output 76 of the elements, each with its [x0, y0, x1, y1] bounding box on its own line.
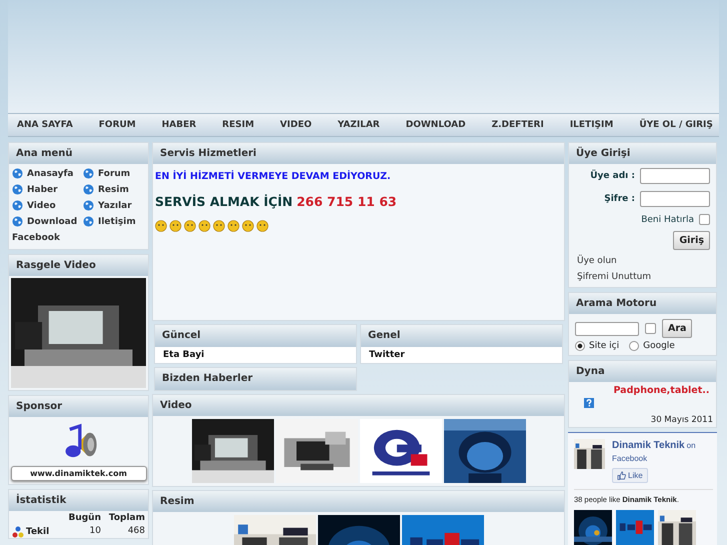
slogan-text: EN İYİ HİZMETİ VERMEYE DEVAM EDİYORUZ.: [155, 171, 392, 182]
menu-link[interactable]: Facebook: [9, 227, 148, 249]
globe-icon: [12, 184, 23, 195]
text-link[interactable]: Üye olun: [577, 256, 710, 266]
globe-icon: [83, 216, 94, 227]
panel-title: Dyna: [569, 361, 716, 382]
news-link[interactable]: Twitter: [361, 347, 562, 363]
field-label: Şifre :: [604, 194, 635, 204]
service-text: SERVİS ALMAK İÇİN: [155, 194, 293, 209]
users-icon: [12, 526, 24, 538]
sponsor-banner[interactable]: www.dinamiktek.com: [10, 466, 146, 481]
panel-title: Güncel: [155, 325, 356, 347]
nav-link[interactable]: ILETIŞIM: [570, 120, 614, 130]
column-header: Bugün: [67, 513, 101, 524]
search-button[interactable]: Ara: [662, 319, 692, 338]
nav-link[interactable]: FORUM: [98, 120, 136, 130]
input-field[interactable]: [640, 168, 710, 184]
input-field[interactable]: [640, 191, 710, 207]
panel-title: Genel: [361, 325, 562, 347]
menu-link[interactable]: Video: [27, 200, 56, 210]
globe-icon: [12, 200, 23, 211]
menu-link[interactable]: Download: [27, 216, 78, 226]
site-link[interactable]: Facebook: [612, 452, 713, 465]
search-field[interactable]: [575, 322, 639, 336]
radio-button[interactable]: [575, 341, 585, 351]
panel-title: Sponsor: [9, 396, 148, 417]
globe-icon: [12, 168, 23, 179]
panel-title: Resim: [153, 491, 564, 512]
nav-link[interactable]: ANA SAYFA: [17, 120, 73, 130]
table-cell-text: 468: [126, 526, 145, 538]
menu-link[interactable]: Anasayfa: [27, 168, 74, 178]
nav-link[interactable]: DOWNLOAD: [406, 120, 466, 130]
nav-link[interactable]: RESIM: [222, 120, 254, 130]
page-link[interactable]: Dinamik Teknik: [612, 440, 685, 451]
menu-link[interactable]: Resim: [98, 184, 129, 194]
search-checkbox[interactable]: [645, 323, 656, 334]
text-link[interactable]: Şifremi Unuttum: [577, 272, 710, 282]
menu-link[interactable]: Haber: [27, 184, 58, 194]
phone-number: 266 715 11 63: [296, 194, 397, 209]
checkbox-label: Beni Hatırla: [641, 214, 694, 224]
login-button[interactable]: Giriş: [673, 231, 710, 250]
question-icon: [584, 398, 594, 408]
news-headline[interactable]: Padphone,tablet..: [569, 385, 716, 396]
globe-icon: [83, 168, 94, 179]
panel-title: İstatistik: [9, 490, 148, 511]
radio-button[interactable]: [629, 341, 640, 351]
column-header: Toplam: [108, 513, 145, 524]
radio-label: Google: [643, 341, 675, 351]
nav-link[interactable]: HABER: [162, 120, 196, 130]
menu-link[interactable]: Yazılar: [98, 200, 132, 210]
news-link[interactable]: Eta Bayi: [155, 347, 356, 363]
nav-link[interactable]: ÜYE OL / GIRIŞ: [639, 120, 713, 130]
panel-title: Rasgele Video: [9, 255, 148, 276]
panel-title: Üye Girişi: [569, 143, 716, 164]
nav-link[interactable]: Z.DEFTERI: [492, 120, 544, 130]
on-text: on: [686, 441, 696, 450]
row-label: Tekil: [26, 526, 50, 538]
thumbs-up-icon: [617, 471, 626, 480]
news-date: 30 Mayıs 2011: [650, 415, 713, 425]
like-button[interactable]: Like: [612, 468, 648, 483]
panel-title: Bizden Haberler: [155, 368, 356, 390]
panel-title: Ana menü: [9, 143, 148, 164]
globe-icon: [83, 200, 94, 211]
nav-link[interactable]: YAZILAR: [338, 120, 380, 130]
table-cell-text: 10: [88, 526, 101, 538]
menu-link[interactable]: Forum: [98, 168, 130, 178]
panel-title: Video: [153, 395, 564, 416]
radio-label: Site içi: [589, 341, 620, 351]
panel-title: Servis Hizmetleri: [153, 143, 564, 164]
panel-title: Arama Motoru: [569, 293, 716, 314]
remember-checkbox[interactable]: [699, 214, 710, 225]
nav-link[interactable]: VIDEO: [280, 120, 312, 130]
globe-icon: [12, 216, 23, 227]
globe-icon: [83, 184, 94, 195]
field-label: Üye adı :: [590, 171, 635, 181]
menu-link[interactable]: Iletişim: [98, 216, 136, 226]
